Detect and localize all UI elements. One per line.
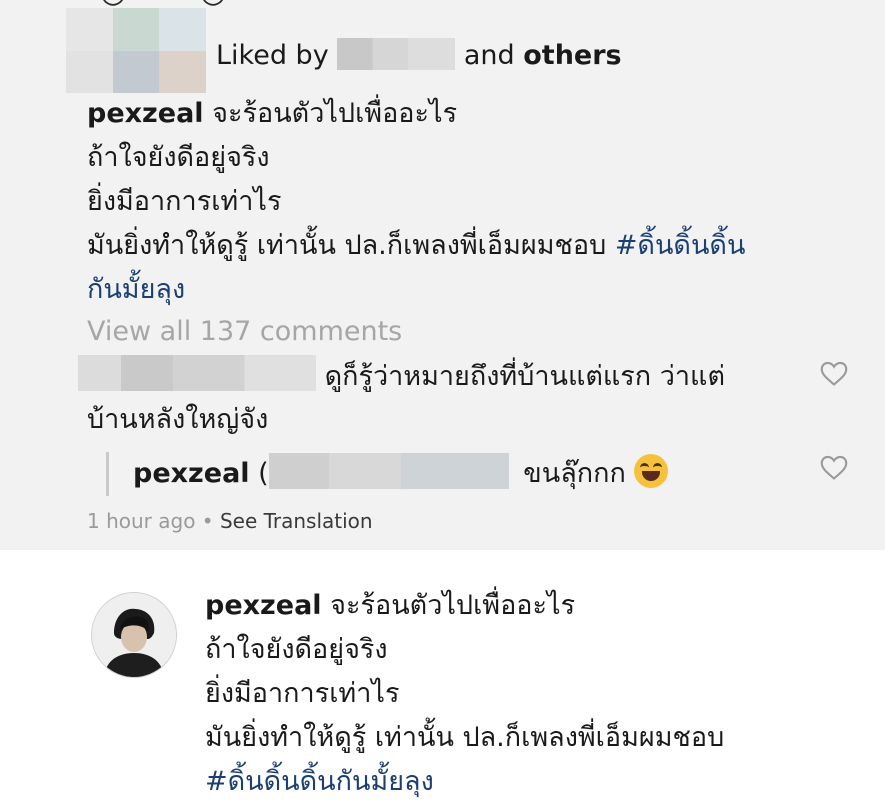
see-translation-link[interactable]: See Translation [220, 509, 373, 533]
reply-meta: 1 hour ago • See Translation [87, 506, 373, 536]
card-line-3: ยิ่งมีอาการเท่าไร [205, 678, 400, 709]
caption-line-4: มันยิ่งทำให้ดูรู้ เท่านั้น ปล.ก็เพลงพี่เ… [87, 224, 857, 268]
card-text: จะร้อนตัวไปเพื่ออะไร [330, 590, 576, 621]
liked-by-and: and [463, 40, 515, 71]
card-caption: pexzeal จะร้อนตัวไปเพื่ออะไร ถ้าใจยังดีอ… [205, 584, 865, 804]
caption-line-3: ยิ่งมีอาการเท่าไร [87, 186, 282, 217]
comment-text: ดูก็รู้ว่าหมายถึงที่บ้านแต่แรก ว่าแต่ [324, 361, 725, 392]
reply-text: ขนลุ๊กกก [523, 458, 626, 489]
liked-by-prefix: Liked by [216, 40, 329, 71]
cropped-icon-fragment: ◡ [100, 0, 126, 8]
comment: ดูก็รู้ว่าหมายถึงที่บ้านแต่แรก ว่าแต่ บ้… [78, 355, 798, 441]
meta-separator: • [201, 509, 214, 533]
blurred-commenter-username[interactable] [78, 355, 316, 391]
liked-by-row[interactable]: Liked by and others [66, 8, 846, 93]
blurred-username [337, 38, 456, 70]
caption-text: จะร้อนตัวไปเพื่ออะไร [212, 98, 458, 129]
liked-by-text: Liked by and others [216, 38, 622, 73]
comment-text-continued: บ้านหลังใหญ่จัง [87, 404, 269, 435]
face-with-tears-of-joy-icon [633, 454, 668, 488]
card-hashtag[interactable]: #ดิ้นดิ้นดิ้นกันมั้ยลุง [205, 760, 865, 804]
reply-comment: pexzeal ( ขนลุ๊กกก [106, 452, 833, 496]
caption-hashtag-continued[interactable]: กันมั้ยลุง [87, 268, 857, 312]
reply-timestamp: 1 hour ago [87, 509, 196, 533]
liker-avatars [66, 8, 206, 93]
caption-username[interactable]: pexzeal [87, 98, 204, 129]
post-caption: pexzeal จะร้อนตัวไปเพื่ออะไร ถ้าใจยังดีอ… [87, 92, 857, 312]
caption-card: pexzeal จะร้อนตัวไปเพื่ออะไร ถ้าใจยังดีอ… [0, 550, 885, 805]
card-line-2: ถ้าใจยังดีอยู่จริง [205, 634, 388, 665]
cropped-icon-fragment: ◡ [200, 0, 226, 8]
card-username[interactable]: pexzeal [205, 590, 322, 621]
caption-line-1: pexzeal จะร้อนตัวไปเพื่ออะไร [87, 92, 857, 136]
avatar[interactable] [91, 592, 177, 678]
cropped-icon-fragment: ╯ [822, 0, 840, 8]
profile-photo-icon [92, 593, 176, 677]
caption-text: มันยิ่งทำให้ดูรู้ เท่านั้น ปล.ก็เพลงพี่เ… [87, 230, 607, 261]
view-all-comments-link[interactable]: View all 137 comments [87, 312, 402, 352]
cropped-action-bar: ◡ ◡ ╯ [0, 0, 885, 8]
comment-first-line: ดูก็รู้ว่าหมายถึงที่บ้านแต่แรก ว่าแต่ [78, 355, 798, 398]
liked-by-others[interactable]: others [523, 40, 621, 71]
caption-hashtag[interactable]: #ดิ้นดิ้นดิ้น [615, 230, 746, 261]
blurred-mention[interactable] [268, 453, 509, 489]
heart-outline-icon[interactable] [820, 361, 848, 387]
reply-username[interactable]: pexzeal [133, 458, 250, 489]
caption-line-2: ถ้าใจยังดีอยู่จริง [87, 142, 270, 173]
card-line-1: pexzeal จะร้อนตัวไปเพื่ออะไร [205, 584, 865, 628]
instagram-post-comments: ◡ ◡ ╯ Liked by and others pexzeal จะร้อน… [0, 0, 885, 805]
heart-outline-icon[interactable] [820, 455, 848, 481]
reply-mention-paren: ( [258, 458, 269, 489]
card-line-4: มันยิ่งทำให้ดูรู้ เท่านั้น ปล.ก็เพลงพี่เ… [205, 722, 725, 753]
